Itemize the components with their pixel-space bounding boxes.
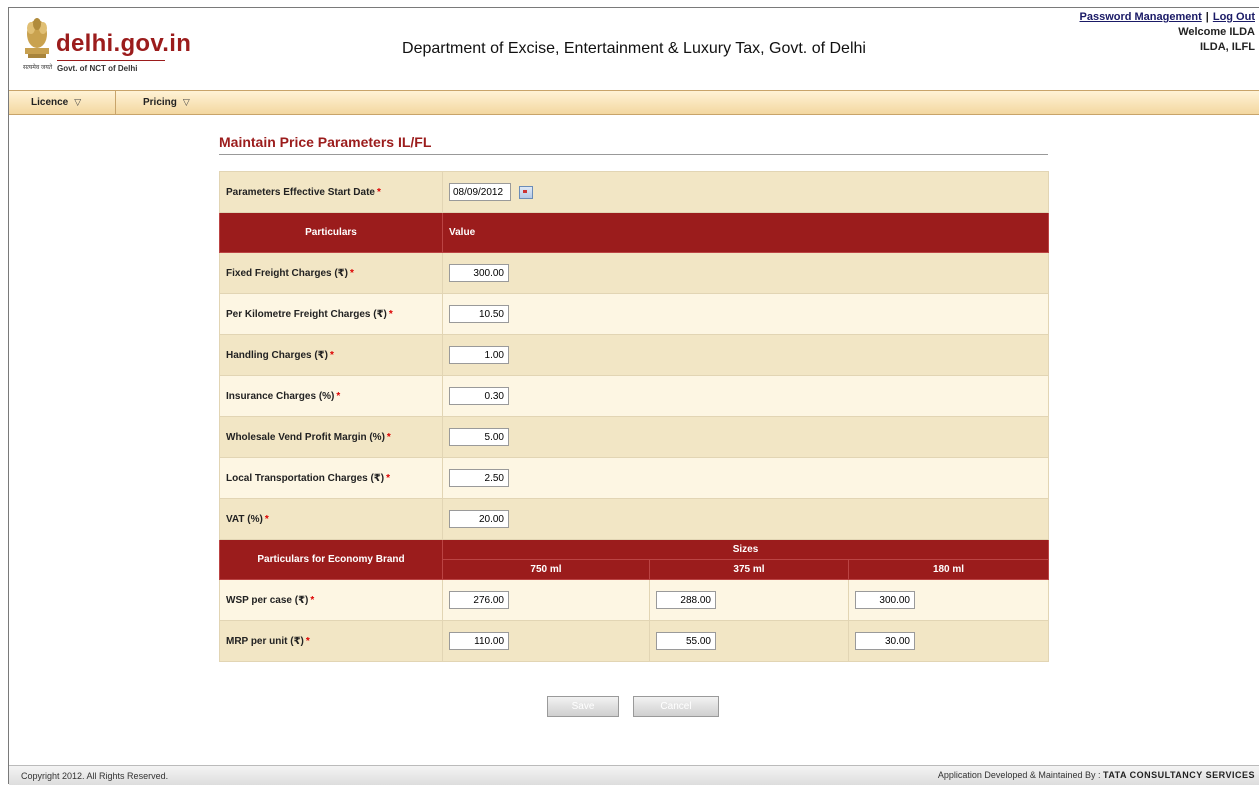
password-management-link[interactable]: Password Management xyxy=(1080,11,1202,23)
param-row: Per Kilometre Freight Charges (₹) * xyxy=(219,293,1050,335)
nav-licence-menu[interactable]: Licence ▽ xyxy=(31,91,81,114)
main-nav: Licence ▽ Pricing ▽ xyxy=(9,90,1259,115)
triangle-down-icon: ▽ xyxy=(74,97,82,107)
param-label: Fixed Freight Charges (₹) xyxy=(226,267,348,279)
mrp-row: MRP per unit (₹) * xyxy=(219,620,1050,662)
vat-input[interactable] xyxy=(449,510,509,528)
start-date-row: Parameters Effective Start Date * xyxy=(219,171,1050,213)
param-row: Wholesale Vend Profit Margin (%) * xyxy=(219,416,1050,458)
cancel-button[interactable]: Cancel xyxy=(633,696,719,717)
mrp-375-input[interactable] xyxy=(656,632,716,650)
logo-subtitle: Govt. of NCT of Delhi xyxy=(57,64,138,73)
param-label: Handling Charges (₹) xyxy=(226,349,328,361)
wsp-row: WSP per case (₹) * xyxy=(219,579,1050,621)
param-row: VAT (%) * xyxy=(219,498,1050,540)
header: delhi.gov.in सत्यमेव जयते Govt. of NCT o… xyxy=(9,8,1259,90)
economy-header-row: Particulars for Economy Brand Sizes xyxy=(219,539,1050,580)
sizes-header: Sizes xyxy=(441,539,1050,560)
param-row: Local Transportation Charges (₹) * xyxy=(219,457,1050,499)
wsp-label: WSP per case (₹) xyxy=(226,594,309,606)
logout-link[interactable]: Log Out xyxy=(1213,11,1255,23)
param-row: Fixed Freight Charges (₹) * xyxy=(219,252,1050,294)
wsp-180-input[interactable] xyxy=(855,591,915,609)
handling-charges-input[interactable] xyxy=(449,346,509,364)
fixed-freight-input[interactable] xyxy=(449,264,509,282)
economy-brand-header: Particulars for Economy Brand xyxy=(219,539,443,580)
mrp-180-input[interactable] xyxy=(855,632,915,650)
wsp-375-input[interactable] xyxy=(656,591,716,609)
start-date-input[interactable] xyxy=(449,183,511,201)
param-label: VAT (%) xyxy=(226,513,263,525)
size-750-header: 750 ml xyxy=(442,559,650,580)
nav-divider xyxy=(115,91,116,114)
param-label: Local Transportation Charges (₹) xyxy=(226,472,385,484)
nav-pricing-menu[interactable]: Pricing ▽ xyxy=(143,91,190,114)
insurance-charges-input[interactable] xyxy=(449,387,509,405)
developer-credit: Application Developed & Maintained By : … xyxy=(937,770,1255,780)
nav-pricing-label: Pricing xyxy=(143,97,177,108)
mrp-label: MRP per unit (₹) xyxy=(226,635,304,647)
logo-divider xyxy=(57,60,165,61)
triangle-down-icon: ▽ xyxy=(182,97,190,107)
calendar-icon[interactable] xyxy=(518,185,533,199)
size-375-header: 375 ml xyxy=(649,559,849,580)
param-label: Insurance Charges (%) xyxy=(226,390,335,402)
mrp-750-input[interactable] xyxy=(449,632,509,650)
link-separator: | xyxy=(1205,11,1209,23)
save-button[interactable]: Save xyxy=(547,696,619,717)
param-label: Wholesale Vend Profit Margin (%) xyxy=(226,431,385,443)
vendor-logo-text: TATA CONSULTANCY SERVICES xyxy=(1102,770,1255,780)
param-row: Handling Charges (₹) * xyxy=(219,334,1050,376)
heading-divider xyxy=(219,154,1048,155)
profit-margin-input[interactable] xyxy=(449,428,509,446)
start-date-label: Parameters Effective Start Date * xyxy=(219,171,443,213)
local-transport-input[interactable] xyxy=(449,469,509,487)
price-parameters-table: Parameters Effective Start Date* Particu… xyxy=(219,171,1050,662)
site-title: Department of Excise, Entertainment & Lu… xyxy=(402,40,866,57)
per-km-freight-input[interactable] xyxy=(449,305,509,323)
welcome-text: Welcome ILDA xyxy=(1178,26,1255,38)
size-180-header: 180 ml xyxy=(847,559,1050,580)
app-frame: delhi.gov.in सत्यमेव जयते Govt. of NCT o… xyxy=(8,7,1259,785)
col-value: Value xyxy=(441,212,1050,253)
user-panel: Password Management | Log Out Welcome ILDA… xyxy=(1080,10,1256,55)
footer: Copyright 2012. All Rights Reserved. App… xyxy=(9,765,1259,785)
nav-licence-label: Licence xyxy=(31,97,69,108)
logo-motto: सत्यमेव जयते xyxy=(23,65,53,71)
user-name: ILDA, ILFL xyxy=(1200,41,1255,53)
col-particulars: Particulars xyxy=(219,212,443,253)
page-title: Maintain Price Parameters IL/FL xyxy=(219,134,432,150)
wsp-750-input[interactable] xyxy=(449,591,509,609)
params-header-row: Particulars Value xyxy=(219,212,1050,253)
param-label: Per Kilometre Freight Charges (₹) xyxy=(226,308,387,320)
copyright-text: Copyright 2012. All Rights Reserved. xyxy=(21,771,169,781)
param-row: Insurance Charges (%) * xyxy=(219,375,1050,417)
